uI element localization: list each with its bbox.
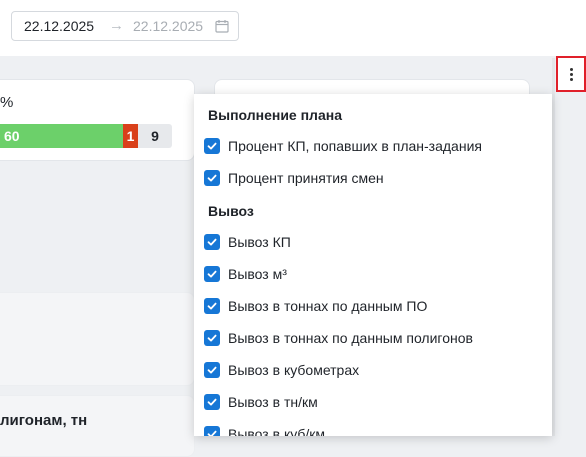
- calendar-icon[interactable]: [215, 19, 229, 33]
- menu-item-removal-kp[interactable]: Вывоз КП: [204, 230, 291, 254]
- check-icon: [207, 238, 217, 246]
- menu-item-removal-tonnes-landfill[interactable]: Вывоз в тоннах по данным полигонов: [204, 326, 473, 350]
- placeholder-card: [0, 292, 195, 386]
- menu-item-shift-acceptance[interactable]: Процент принятия смен: [204, 166, 384, 190]
- check-icon: [207, 270, 217, 278]
- bar-segment-green: 60: [0, 124, 123, 148]
- check-icon: [207, 334, 217, 342]
- plan-percent-card: [0, 79, 195, 161]
- checkbox-checked[interactable]: [204, 234, 220, 250]
- menu-item-label: Вывоз м³: [228, 266, 287, 282]
- plan-progress-bar: 60 1 9: [0, 124, 172, 148]
- menu-item-removal-cubic-meters[interactable]: Вывоз в кубометрах: [204, 358, 359, 382]
- menu-item-label: Вывоз в тоннах по данным ПО: [228, 298, 428, 314]
- check-icon: [207, 174, 217, 182]
- date-end-value[interactable]: 22.12.2025: [133, 18, 203, 34]
- menu-item-removal-tonnes-po[interactable]: Вывоз в тоннах по данным ПО: [204, 294, 427, 318]
- check-icon: [207, 430, 217, 436]
- menu-item-label: Вывоз в тн/км: [228, 394, 318, 410]
- menu-item-removal-t-km[interactable]: Вывоз в тн/км: [204, 390, 318, 414]
- check-icon: [207, 366, 217, 374]
- menu-group-title: Выполнение плана: [208, 107, 342, 123]
- percent-label: %: [0, 94, 14, 111]
- check-icon: [207, 302, 217, 310]
- check-icon: [207, 142, 217, 150]
- more-vertical-icon: [569, 67, 573, 81]
- date-range-arrow: →: [109, 17, 124, 34]
- menu-item-label: Процент КП, попавших в план-задания: [228, 138, 482, 154]
- columns-settings-menu: Выполнение плана Процент КП, попавших в …: [194, 94, 552, 436]
- date-start-value[interactable]: 22.12.2025: [24, 18, 94, 34]
- menu-item-plan-kp-percent[interactable]: Процент КП, попавших в план-задания: [204, 134, 482, 158]
- checkbox-checked[interactable]: [204, 170, 220, 186]
- date-range-picker[interactable]: 22.12.2025 → 22.12.2025: [11, 11, 239, 41]
- landfill-card-title: лигонам, тн: [0, 412, 88, 429]
- menu-item-label: Вывоз в кубометрах: [228, 362, 360, 378]
- checkbox-checked[interactable]: [204, 426, 220, 436]
- top-toolbar: 22.12.2025 → 22.12.2025: [0, 0, 586, 56]
- check-icon: [207, 398, 217, 406]
- scrollbar-track[interactable]: [552, 58, 555, 436]
- menu-item-label: Вывоз КП: [228, 234, 291, 250]
- checkbox-checked[interactable]: [204, 394, 220, 410]
- menu-item-removal-m3[interactable]: Вывоз м³: [204, 262, 287, 286]
- checkbox-checked[interactable]: [204, 266, 220, 282]
- menu-item-label: Вывоз в тоннах по данным полигонов: [228, 330, 473, 346]
- checkbox-checked[interactable]: [204, 330, 220, 346]
- checkbox-checked[interactable]: [204, 138, 220, 154]
- menu-group-title: Вывоз: [208, 203, 254, 219]
- checkbox-checked[interactable]: [204, 298, 220, 314]
- more-options-button[interactable]: [556, 56, 586, 92]
- menu-item-removal-m3-km[interactable]: Вывоз в куб/км: [204, 422, 325, 436]
- bar-segment-grey: 9: [138, 124, 172, 148]
- menu-item-label: Процент принятия смен: [228, 170, 384, 186]
- checkbox-checked[interactable]: [204, 362, 220, 378]
- menu-item-label: Вывоз в куб/км: [228, 426, 326, 436]
- bar-segment-red: 1: [123, 124, 138, 148]
